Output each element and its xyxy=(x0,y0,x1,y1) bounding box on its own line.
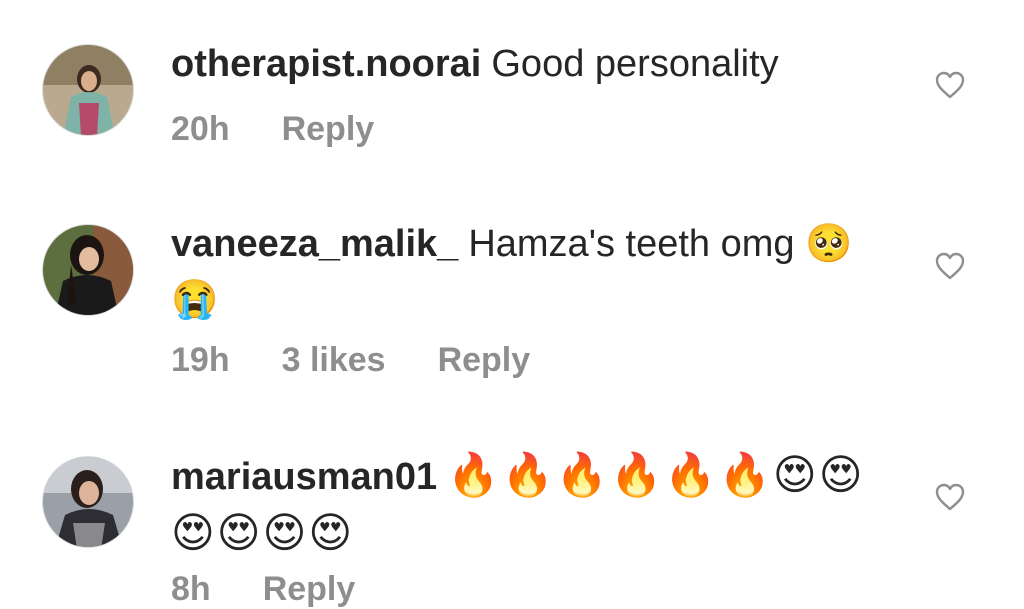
comment-timestamp: 19h xyxy=(171,341,230,379)
comment-username[interactable]: otherapist.noorai xyxy=(171,43,481,85)
avatar-image xyxy=(43,225,133,315)
comment-text: vaneeza_malik_ Hamza's teeth omg 🥺😭 xyxy=(171,216,891,328)
heart-outline-icon[interactable] xyxy=(934,70,966,100)
comment-text: otherapist.noorai Good personality xyxy=(171,36,891,92)
comment-timestamp: 8h xyxy=(171,570,211,608)
avatar-image xyxy=(43,457,133,547)
comment-username[interactable]: vaneeza_malik_ xyxy=(171,223,458,265)
comment-username[interactable]: mariausman01 xyxy=(171,456,437,498)
comment-meta: 19h 3 likes Reply xyxy=(171,341,582,380)
avatar[interactable] xyxy=(42,44,134,136)
avatar[interactable] xyxy=(42,456,134,548)
avatar-image xyxy=(43,45,133,135)
comment-text: mariausman01 🔥🔥🔥🔥🔥🔥😍😍😍😍😍😍 xyxy=(171,447,891,563)
heart-outline-icon[interactable] xyxy=(934,482,966,512)
reply-button[interactable]: Reply xyxy=(282,110,375,148)
avatar[interactable] xyxy=(42,224,134,316)
comment-likes[interactable]: 3 likes xyxy=(282,341,386,379)
reply-button[interactable]: Reply xyxy=(263,570,356,608)
comment-meta: 8h Reply xyxy=(171,570,407,609)
heart-outline-icon[interactable] xyxy=(934,251,966,281)
reply-button[interactable]: Reply xyxy=(438,341,531,379)
comment-timestamp: 20h xyxy=(171,110,230,148)
comment-body: Good personality xyxy=(491,43,779,85)
comment-meta: 20h Reply xyxy=(171,110,426,149)
